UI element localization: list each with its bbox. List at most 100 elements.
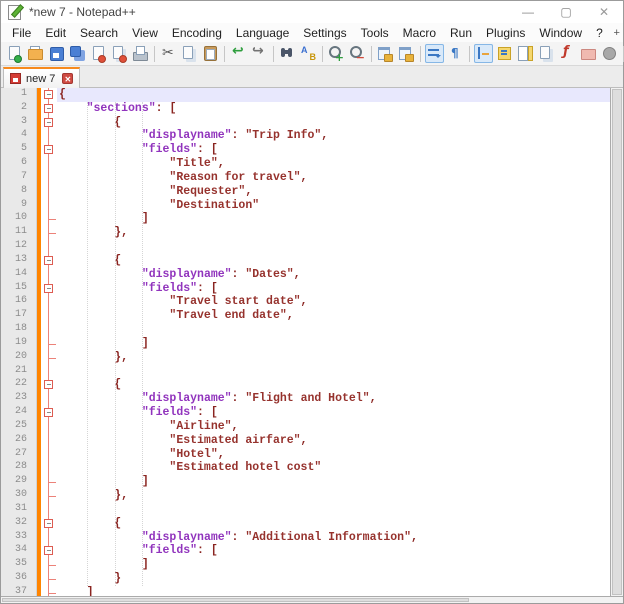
editor-line-24[interactable]: 24 "fields": [ (1, 406, 610, 420)
print-icon[interactable] (131, 44, 150, 63)
zoom-in-icon[interactable] (327, 44, 346, 63)
editor-line-6[interactable]: 6 "Title", (1, 157, 610, 171)
new-tab-button[interactable]: + (610, 27, 624, 39)
editor-line-8[interactable]: 8 "Requester", (1, 185, 610, 199)
editor-line-33[interactable]: 33 "displayname": "Additional Informatio… (1, 531, 610, 545)
indent-guide-icon[interactable] (474, 44, 493, 63)
sync-horizontal-icon[interactable] (397, 44, 416, 63)
redo-icon[interactable] (250, 44, 269, 63)
user-defined-language-icon[interactable] (495, 44, 514, 63)
editor-line-20[interactable]: 20 }, (1, 351, 610, 365)
minimize-button[interactable]: — (509, 1, 547, 23)
fold-collapse-icon[interactable] (44, 145, 53, 154)
editor-line-11[interactable]: 11 }, (1, 226, 610, 240)
editor-line-31[interactable]: 31 (1, 503, 610, 517)
editor-line-28[interactable]: 28 "Estimated hotel cost" (1, 461, 610, 475)
tab-new-7[interactable]: new 7✕ (3, 67, 80, 88)
editor-area[interactable]: 1{2 "sections": [3 {4 "displayname": "Tr… (1, 88, 623, 603)
editor-line-1[interactable]: 1{ (1, 88, 610, 102)
menu-search[interactable]: Search (73, 25, 125, 41)
fold-collapse-icon[interactable] (44, 90, 53, 99)
zoom-out-icon[interactable] (348, 44, 367, 63)
editor-line-27[interactable]: 27 "Hotel", (1, 448, 610, 462)
editor-line-34[interactable]: 34 "fields": [ (1, 544, 610, 558)
unsaved-changes-icon (10, 73, 21, 84)
fold-collapse-icon[interactable] (44, 380, 53, 389)
editor-line-4[interactable]: 4 "displayname": "Trip Info", (1, 129, 610, 143)
editor-line-32[interactable]: 32 { (1, 517, 610, 531)
menu-plugins[interactable]: Plugins (479, 25, 532, 41)
show-all-characters-icon[interactable] (446, 44, 465, 63)
menu-macro[interactable]: Macro (396, 25, 443, 41)
editor-line-30[interactable]: 30 }, (1, 489, 610, 503)
editor-line-17[interactable]: 17 "Travel end date", (1, 309, 610, 323)
menu-tools[interactable]: Tools (354, 25, 396, 41)
menu-language[interactable]: Language (229, 25, 296, 41)
vertical-scrollbar-thumb[interactable] (612, 89, 622, 595)
editor-line-16[interactable]: 16 "Travel start date", (1, 295, 610, 309)
editor-line-7[interactable]: 7 "Reason for travel", (1, 171, 610, 185)
editor-line-29[interactable]: 29 ] (1, 475, 610, 489)
menu-file[interactable]: File (5, 25, 38, 41)
editor-line-2[interactable]: 2 "sections": [ (1, 102, 610, 116)
editor-line-23[interactable]: 23 "displayname": "Flight and Hotel", (1, 392, 610, 406)
editor-line-36[interactable]: 36 } (1, 572, 610, 586)
monitoring-icon[interactable] (600, 44, 619, 63)
menu-encoding[interactable]: Encoding (165, 25, 229, 41)
editor-line-14[interactable]: 14 "displayname": "Dates", (1, 268, 610, 282)
editor-line-25[interactable]: 25 "Airline", (1, 420, 610, 434)
editor-line-5[interactable]: 5 "fields": [ (1, 143, 610, 157)
folder-as-workspace-icon[interactable] (579, 44, 598, 63)
editor-line-9[interactable]: 9 "Destination" (1, 199, 610, 213)
paste-icon[interactable] (201, 44, 220, 63)
word-wrap-icon[interactable] (425, 44, 444, 63)
editor-line-12[interactable]: 12 (1, 240, 610, 254)
sync-vertical-icon[interactable] (376, 44, 395, 63)
menu-help[interactable]: ? (589, 25, 610, 41)
fold-collapse-icon[interactable] (44, 104, 53, 113)
editor-line-18[interactable]: 18 (1, 323, 610, 337)
cut-icon[interactable] (159, 44, 178, 63)
menu-edit[interactable]: Edit (38, 25, 73, 41)
horizontal-scrollbar-thumb[interactable] (2, 598, 469, 602)
replace-icon[interactable] (299, 44, 318, 63)
editor-line-37[interactable]: 37 ] (1, 586, 610, 596)
tab-close-icon[interactable]: ✕ (62, 73, 73, 84)
menu-view[interactable]: View (125, 25, 165, 41)
editor-line-22[interactable]: 22 { (1, 378, 610, 392)
menu-window[interactable]: Window (532, 25, 589, 41)
close-window-button[interactable]: ✕ (585, 1, 623, 23)
editor-line-10[interactable]: 10 ] (1, 212, 610, 226)
fold-collapse-icon[interactable] (44, 519, 53, 528)
editor-line-3[interactable]: 3 { (1, 116, 610, 130)
find-icon[interactable] (278, 44, 297, 63)
undo-icon[interactable] (229, 44, 248, 63)
fold-collapse-icon[interactable] (44, 284, 53, 293)
fold-collapse-icon[interactable] (44, 546, 53, 555)
editor-line-13[interactable]: 13 { (1, 254, 610, 268)
menu-settings[interactable]: Settings (296, 25, 353, 41)
editor-line-15[interactable]: 15 "fields": [ (1, 282, 610, 296)
save-icon[interactable] (47, 44, 66, 63)
fold-collapse-icon[interactable] (44, 256, 53, 265)
maximize-button[interactable]: ▢ (547, 1, 585, 23)
close-icon[interactable] (89, 44, 108, 63)
new-file-icon[interactable] (5, 44, 24, 63)
function-list-icon[interactable] (558, 44, 577, 63)
save-all-icon[interactable] (68, 44, 87, 63)
open-icon[interactable] (26, 44, 45, 63)
menu-run[interactable]: Run (443, 25, 479, 41)
horizontal-scrollbar[interactable] (1, 596, 623, 603)
fold-collapse-icon[interactable] (44, 408, 53, 417)
editor-line-26[interactable]: 26 "Estimated airfare", (1, 434, 610, 448)
close-all-icon[interactable] (110, 44, 129, 63)
editor-line-21[interactable]: 21 (1, 365, 610, 379)
document-map-icon[interactable] (516, 44, 535, 63)
vertical-scrollbar[interactable] (610, 88, 623, 596)
line-number: 34 (1, 544, 37, 558)
editor-line-19[interactable]: 19 ] (1, 337, 610, 351)
editor-line-35[interactable]: 35 ] (1, 558, 610, 572)
copy-icon[interactable] (180, 44, 199, 63)
fold-collapse-icon[interactable] (44, 118, 53, 127)
document-list-icon[interactable] (537, 44, 556, 63)
